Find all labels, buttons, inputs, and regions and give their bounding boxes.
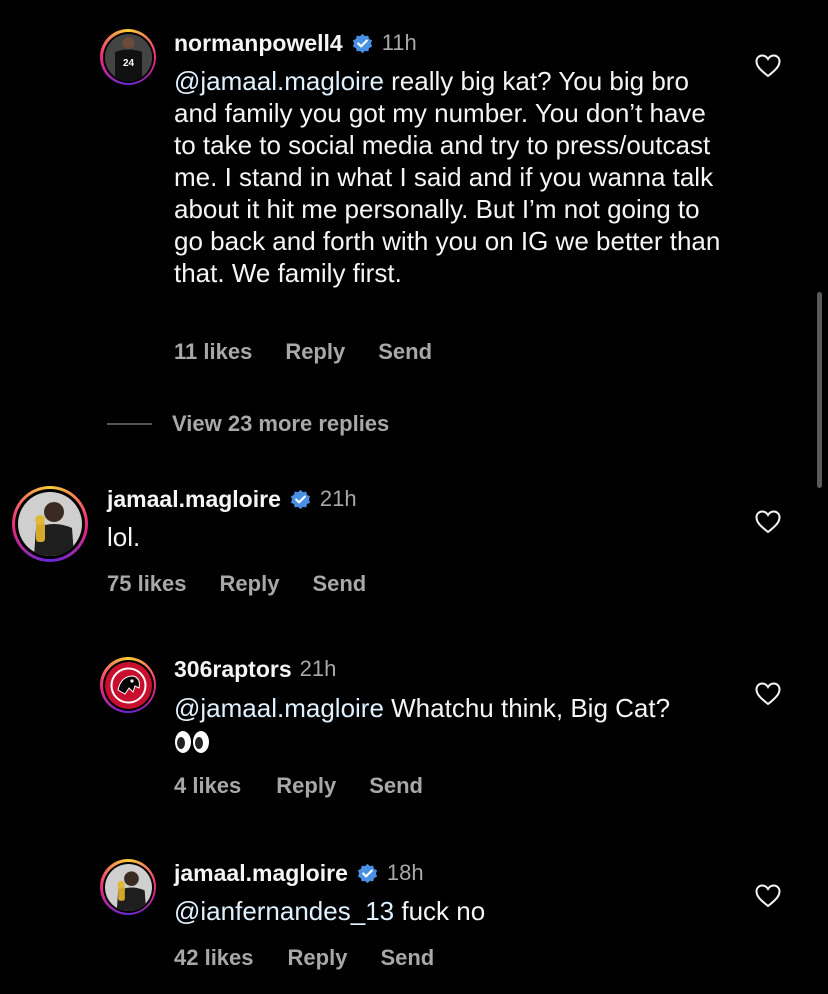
heart-icon[interactable] [755, 510, 781, 534]
likes-count[interactable]: 42 likes [174, 945, 254, 971]
profile-photo-icon [18, 492, 82, 556]
send-button[interactable]: Send [378, 339, 432, 365]
heart-icon[interactable] [755, 682, 781, 706]
username[interactable]: jamaal.magloire [174, 860, 348, 887]
username[interactable]: jamaal.magloire [107, 486, 281, 513]
timestamp: 21h [299, 656, 337, 681]
username[interactable]: 306raptors [174, 656, 292, 683]
reply-button[interactable]: Reply [288, 945, 348, 971]
comment-actions: 75 likes Reply Send [107, 571, 366, 597]
eyes-emoji-icon [175, 731, 209, 754]
divider-line [107, 423, 152, 425]
verified-badge-icon [290, 489, 310, 509]
likes-count[interactable]: 4 likes [174, 773, 241, 799]
comment-text: @jamaal.magloire Whatchu think, Big Cat? [174, 692, 694, 756]
reply-button[interactable]: Reply [220, 571, 280, 597]
timestamp: 18h [386, 860, 424, 885]
comment-actions: 11 likes Reply Send [174, 339, 432, 365]
verified-badge-icon [357, 863, 377, 883]
svg-text:24: 24 [122, 58, 134, 69]
avatar[interactable] [100, 657, 156, 713]
username[interactable]: normanpowell4 [174, 30, 343, 57]
jersey-photo-icon: 24 [104, 33, 152, 81]
mention-link[interactable]: @jamaal.magloire [174, 693, 384, 723]
heart-icon[interactable] [755, 54, 781, 78]
avatar[interactable] [100, 859, 156, 915]
comment-actions: 4 likes Reply Send [174, 773, 423, 799]
likes-count[interactable]: 75 likes [107, 571, 187, 597]
verified-badge-icon [352, 33, 372, 53]
profile-photo-icon [104, 863, 152, 911]
timestamp: 21h [319, 486, 357, 511]
raptors-logo-icon [104, 661, 152, 709]
timestamp: 11h [381, 30, 417, 55]
scrollbar[interactable] [817, 292, 822, 488]
reply-button[interactable]: Reply [276, 773, 336, 799]
comment-actions: 42 likes Reply Send [174, 945, 434, 971]
comment-text: @ianfernandes_13 fuck no [174, 896, 486, 926]
reply-button[interactable]: Reply [285, 339, 345, 365]
comment-text: lol. [107, 522, 141, 552]
avatar[interactable] [12, 486, 88, 562]
likes-count[interactable]: 11 likes [174, 339, 252, 365]
send-button[interactable]: Send [380, 945, 434, 971]
heart-icon[interactable] [755, 884, 781, 908]
mention-link[interactable]: @jamaal.magloire [174, 66, 384, 96]
view-more-replies[interactable]: View 23 more replies [107, 411, 389, 437]
mention-link[interactable]: @ianfernandes_13 [174, 896, 394, 926]
send-button[interactable]: Send [312, 571, 366, 597]
comment-text: @jamaal.magloire really big kat? You big… [174, 66, 721, 288]
avatar[interactable]: 24 [100, 29, 156, 85]
send-button[interactable]: Send [369, 773, 423, 799]
